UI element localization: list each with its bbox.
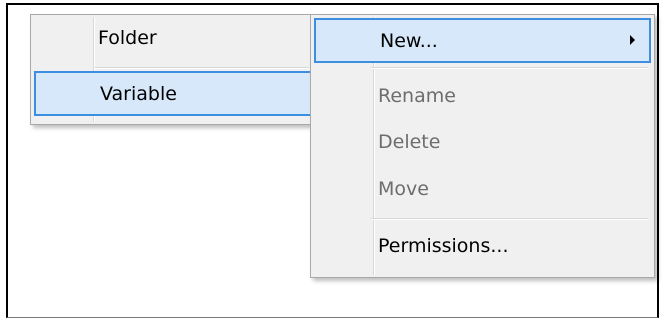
menu-item-new[interactable]: New... (314, 18, 651, 63)
menu-item-delete[interactable]: Delete (314, 121, 651, 166)
menu-item-label: Rename (378, 85, 456, 107)
menu-item-label: Move (378, 178, 429, 200)
menu-separator (371, 218, 648, 220)
menu-item-label: Permissions... (378, 235, 509, 257)
menu-item-permissions[interactable]: Permissions... (314, 225, 651, 270)
menu-item-label: Folder (98, 27, 157, 49)
menu-item-label: New... (380, 30, 438, 52)
chevron-right-icon (630, 35, 635, 45)
left-context-menu: Folder Variable (30, 14, 316, 125)
menu-item-move[interactable]: Move (314, 168, 651, 213)
menu-item-label: Delete (378, 131, 441, 153)
menu-item-label: Variable (100, 83, 177, 105)
menu-separator (371, 67, 648, 69)
menu-item-folder[interactable]: Folder (34, 17, 312, 62)
menu-separator (95, 67, 309, 69)
right-context-menu: New... Rename Delete Move Permissions... (310, 14, 655, 278)
menu-item-variable[interactable]: Variable (34, 71, 312, 116)
menu-item-rename[interactable]: Rename (314, 75, 651, 120)
